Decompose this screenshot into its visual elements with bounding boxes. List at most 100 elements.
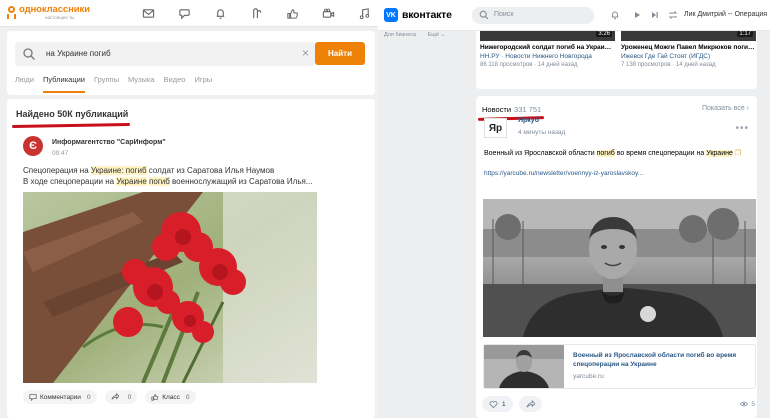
vk-logo-name: вконтакте [402,9,452,21]
video-source[interactable]: Ижевск Где Гай Стоят (ИГДС) [621,53,756,60]
search-panel: на Украине погиб × Найти Люди Публикации… [7,31,375,95]
next-track-icon[interactable] [650,10,660,20]
news-title: Новости [482,105,512,114]
text-segment: В ходе спецоперации на [23,177,117,186]
show-all-link[interactable]: Показать все › [702,105,749,112]
video-thumbnail[interactable]: 3:26 [480,31,615,41]
news-section: Новости 331 751 Показать все › Яр Яркуб 4… [476,96,757,418]
post-link[interactable]: https://yarcube.ru/newsletter/voennyy-iz… [484,170,643,177]
tab-groups[interactable]: Группы [94,75,119,93]
search-tabs: Люди Публикации Группы Музыка Видео Игры [15,75,221,93]
results-panel: Найдено 50К публикаций Є Информагентство… [7,99,375,418]
ok-logo-icon [7,5,16,20]
tab-publications[interactable]: Публикации [42,75,85,93]
red-marker-underline [11,122,131,129]
post-author-avatar[interactable]: Яр [484,118,507,138]
like-button[interactable]: 1 [482,396,513,412]
video-meta: 86 118 просмотров · 14 дней назад [480,62,578,68]
tab-people[interactable]: Люди [15,75,34,93]
search-input[interactable]: на Украине погиб × [15,42,315,66]
like-count: 1 [502,400,506,408]
comments-count: 0 [86,393,91,401]
mail-icon[interactable] [141,7,155,20]
video-meta: 7 138 просмотров · 14 дней назад [621,62,716,68]
video-duration: 3:26 [596,31,612,37]
comments-button[interactable]: Комментарии 0 [23,390,97,404]
link-attachment[interactable]: Военный из Ярославской области погиб во … [483,344,756,389]
more-link[interactable]: Ещё ⌄ [428,32,445,38]
find-button[interactable]: Найти [315,42,365,65]
video-source[interactable]: НН.РУ · Новости Нижнего Новгорода [480,53,615,60]
discussions-icon[interactable] [177,7,191,20]
attachment-thumbnail[interactable] [484,345,564,388]
likes-icon[interactable] [285,7,299,20]
source-name[interactable]: Информагентство "СарИнформ" [52,139,166,146]
video-thumbnail[interactable]: 1:17 [621,31,756,41]
video-item[interactable]: 1:17 Уроженец Можги Павел Микрюков погиб… [621,31,756,68]
post-photo-carnations[interactable] [23,192,317,383]
views-count: 5 [751,400,755,408]
notifications-icon[interactable] [213,7,227,20]
ok-logo[interactable]: одноклассники настоящее ты [7,5,90,20]
text-segment: военнослужащий из Саратова Илья... [169,177,313,186]
share-icon [526,399,535,408]
news-header: Новости 331 751 [482,105,541,114]
share-count: 0 [127,393,132,401]
tab-video[interactable]: Видео [164,75,186,93]
eye-icon [740,401,749,407]
business-link[interactable]: Для бизнеса [384,32,416,38]
attachment-title[interactable]: Военный из Ярославской области погиб во … [573,351,753,369]
text-segment: Спецоперация на [23,166,91,175]
heart-icon [489,400,498,408]
share-button[interactable]: 0 [104,390,138,404]
text-segment: Военный из Ярославской области [484,150,597,157]
ok-logo-name: одноклассники [19,4,90,15]
user-menu[interactable]: Лик Дмитрий -- Операция [684,11,767,18]
search-icon [479,10,489,20]
highlight: Украине [706,150,733,157]
highlight: Украине: погиб [90,166,147,175]
video-title[interactable]: Уроженец Можги Павел Микрюков погиб... [621,44,756,51]
video-item[interactable]: 3:26 Нижегородский солдат погиб на Украи… [480,31,615,68]
post-photo-soldier[interactable] [483,199,756,337]
tab-music[interactable]: Музыка [128,75,155,93]
highlight: погиб [596,150,615,157]
views-counter: 5 [740,400,755,408]
more-options-icon[interactable]: ••• [735,123,749,134]
comment-icon [29,394,37,401]
pin-icon: ❐ [734,150,742,157]
ok-window: одноклассники настоящее ты на Украине по… [0,0,382,418]
class-button[interactable]: Класс 0 [145,390,196,404]
vk-feed: 3:26 Нижегородский солдат погиб на Украи… [476,31,757,418]
share-button[interactable] [518,396,542,412]
search-placeholder: Поиск [494,11,514,18]
comments-label: Комментарии [40,393,81,401]
post-time[interactable]: 4 минуты назад [518,129,565,136]
video-title[interactable]: Нижегородский солдат погиб на Украине... [480,44,615,51]
source-avatar[interactable]: Є [23,136,43,156]
video-results: 3:26 Нижегородский солдат погиб на Украи… [476,31,757,89]
post-text: Военный из Ярославской области погиб во … [484,149,746,159]
news-count: 331 751 [514,105,542,114]
results-count: Найдено 50К публикаций [16,109,129,119]
post-text[interactable]: Спецоперация на Украине: погиб солдат из… [23,165,363,187]
vk-header: VK вконтакте Поиск Лик Дмитрий -- Операц… [378,0,770,31]
clear-search-icon[interactable]: × [302,46,309,60]
search-query[interactable]: на Украине погиб [46,49,111,58]
video-icon[interactable] [321,7,335,20]
post-actions: 1 [482,396,752,412]
music-icon[interactable] [357,7,371,20]
post-author[interactable]: Яркуб [518,117,539,124]
vk-logo[interactable]: VK вконтакте [384,8,452,22]
vk-search-input[interactable]: Поиск [472,7,594,24]
ok-logo-tagline: настоящее ты [45,14,75,20]
music-play-icon[interactable] [632,10,642,20]
post-actions: Комментарии 0 0 Класс 0 [23,390,204,404]
notifications-icon[interactable] [610,10,620,20]
like-icon [151,394,159,401]
search-icon [23,48,35,60]
tab-games[interactable]: Игры [194,75,212,93]
repeat-icon[interactable] [668,10,678,20]
highlight: погиб [149,177,170,186]
guests-icon[interactable] [249,7,263,20]
